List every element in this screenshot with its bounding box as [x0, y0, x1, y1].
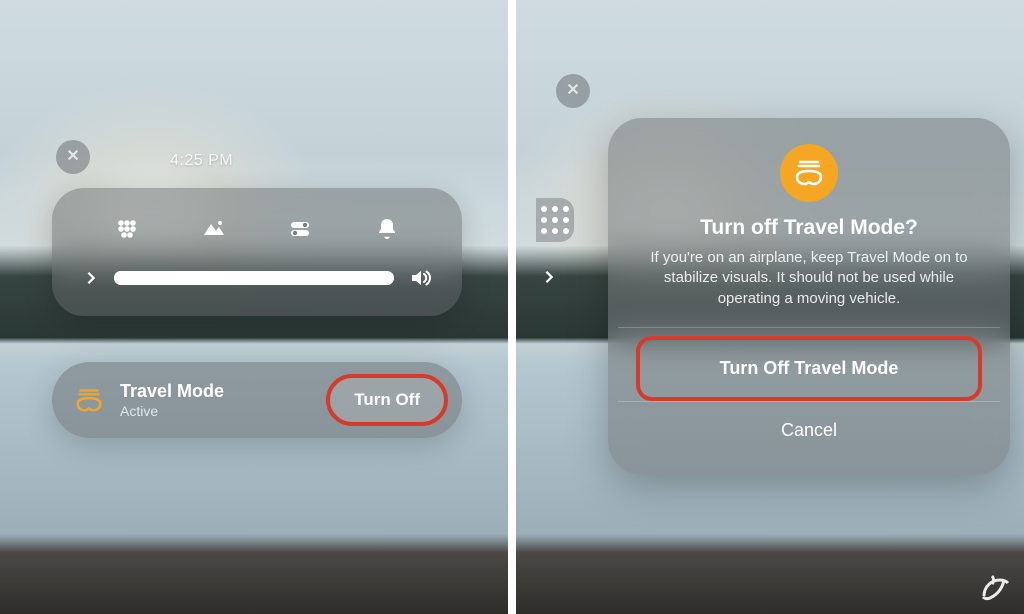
volume-icon: [408, 266, 432, 290]
apps-icon[interactable]: [112, 214, 142, 244]
volume-fill: [114, 271, 394, 285]
divider: [618, 327, 1000, 328]
travel-mode-card: Travel Mode Active Turn Off: [52, 362, 462, 438]
close-icon: [66, 148, 80, 167]
travel-mode-text: Travel Mode Active: [120, 381, 312, 419]
travel-mode-status: Active: [120, 403, 312, 419]
volume-slider[interactable]: [114, 271, 394, 285]
close-button[interactable]: [56, 140, 90, 174]
controls-icon[interactable]: [285, 214, 315, 244]
chevron-right-icon[interactable]: [82, 269, 100, 287]
dialog-body: If you're on an airplane, keep Travel Mo…: [618, 248, 1000, 327]
turn-off-button[interactable]: Turn Off: [326, 374, 448, 426]
volume-row: [78, 262, 436, 292]
screenshot-left: 4:25 PM: [0, 0, 508, 614]
notifications-icon[interactable]: [372, 214, 402, 244]
travel-mode-title: Travel Mode: [120, 381, 312, 402]
control-center-row: [78, 210, 436, 262]
close-icon: [566, 82, 580, 101]
turn-off-travel-mode-button[interactable]: Turn Off Travel Mode: [640, 340, 978, 397]
dialog-title: Turn off Travel Mode?: [618, 216, 1000, 240]
environment-icon[interactable]: [199, 214, 229, 244]
travel-mode-icon: [72, 383, 106, 417]
confirm-dialog: Turn off Travel Mode? If you're on an ai…: [608, 118, 1010, 475]
watermark-icon: [974, 566, 1016, 608]
control-center: [52, 188, 462, 316]
chevron-right-icon[interactable]: [540, 268, 558, 286]
clock-time: 4:25 PM: [170, 152, 233, 170]
cancel-button[interactable]: Cancel: [618, 402, 1000, 459]
travel-mode-icon: [780, 144, 838, 202]
apps-peek-icon[interactable]: [536, 198, 574, 242]
screenshot-right: Turn off Travel Mode? If you're on an ai…: [516, 0, 1024, 614]
close-button[interactable]: [556, 74, 590, 108]
highlight-box: Turn Off Travel Mode: [636, 336, 982, 401]
